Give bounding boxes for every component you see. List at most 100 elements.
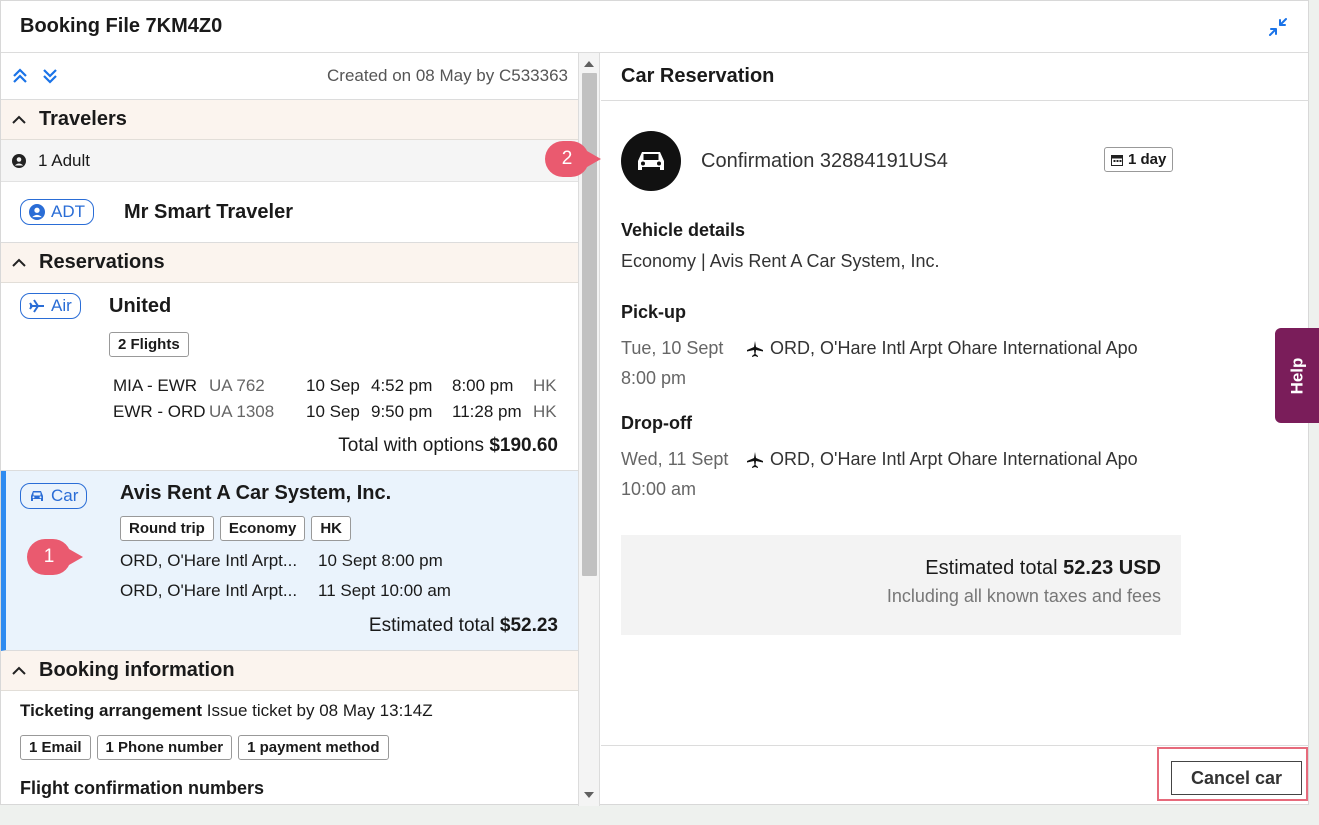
car-detail-heading: Car Reservation	[601, 53, 1309, 101]
duration-tag: 1 day	[1104, 147, 1174, 172]
est-total-note: Including all known taxes and fees	[886, 586, 1161, 606]
scroll-down-arrow[interactable]	[584, 792, 594, 798]
car-total-label: Estimated total	[368, 615, 495, 636]
car-avatar-icon	[621, 131, 681, 191]
collapse-icon[interactable]	[1266, 15, 1290, 39]
traveler-count: 1 Adult	[38, 150, 90, 170]
callout-badge-2: 2	[545, 141, 601, 177]
car-reservation-card[interactable]: Car Avis Rent A Car System, Inc. Round t…	[1, 471, 578, 651]
pickup-date: Tue, 10 Sept	[621, 338, 724, 358]
calendar-icon	[1111, 154, 1123, 166]
car-schedule: ORD, O'Hare Intl Arpt... 10 Sept 8:00 pm …	[120, 546, 451, 606]
cancel-highlight: Cancel car	[1157, 747, 1308, 801]
ticketing-label: Ticketing arrangement	[20, 701, 203, 720]
air-reservation-card[interactable]: Air United 2 Flights MIA - EWR UA 762 10…	[1, 283, 578, 471]
travelers-section-header[interactable]: Travelers	[1, 100, 578, 140]
car-total: Estimated total $52.23	[369, 615, 558, 637]
vehicle-details-value: Economy | Avis Rent A Car System, Inc.	[621, 251, 940, 271]
collapse-all-icon[interactable]	[41, 67, 59, 85]
user-circle-icon	[12, 153, 26, 168]
dropoff-location: ORD, O'Hare Intl Arpt Ohare Internationa…	[746, 449, 1138, 470]
car-tag-trip: Round trip	[120, 516, 214, 541]
pickup-time: 8:00 pm	[621, 368, 687, 388]
booking-info-section-header[interactable]: Booking information	[1, 651, 578, 691]
flight-row: EWR - ORD UA 1308 10 Sep 9:50 pm 11:28 p…	[113, 399, 563, 425]
traveler-count-row: 1 Adult	[1, 140, 578, 182]
air-type-badge: Air	[20, 293, 81, 319]
travelers-heading: Travelers	[39, 108, 127, 130]
booking-info-body: Ticketing arrangement Issue ticket by 08…	[1, 691, 578, 806]
air-type: Air	[51, 296, 72, 315]
air-total-value: $190.60	[489, 435, 558, 456]
flights-tag: 2 Flights	[109, 332, 189, 357]
air-total: Total with options $190.60	[338, 435, 558, 457]
traveler-name: Mr Smart Traveler	[124, 200, 293, 223]
chevron-up-icon	[12, 258, 26, 267]
dropoff-date: Wed, 11 Sept	[621, 449, 729, 469]
cancel-car-button[interactable]: Cancel car	[1171, 761, 1302, 795]
user-circle-icon	[29, 204, 45, 220]
help-label: Help	[1287, 357, 1306, 394]
flight-conf-label: Flight confirmation numbers	[20, 778, 265, 798]
flight-route: MIA - EWR	[113, 376, 198, 395]
car-total-value: $52.23	[499, 615, 558, 636]
flight-dep: 9:50 pm	[371, 402, 433, 421]
duration-value: 1 day	[1128, 151, 1167, 168]
flight-status: HK	[533, 376, 557, 395]
contact-email-tag: 1 Email	[20, 735, 91, 760]
booking-file-window: Booking File 7KM4Z0 Created on 08 May by…	[0, 0, 1309, 806]
reservations-section-header[interactable]: Reservations	[1, 243, 578, 283]
booking-info-heading: Booking information	[39, 659, 235, 681]
window-title: Booking File 7KM4Z0	[20, 15, 223, 37]
car-vendor: Avis Rent A Car System, Inc.	[120, 482, 392, 504]
confirmation-row: Confirmation 32884191US4	[621, 131, 948, 191]
pickup-location: ORD, O'Hare Intl Arpt Ohare Internationa…	[746, 338, 1138, 359]
dropoff-time: 10:00 am	[621, 479, 697, 499]
detail-footer: Cancel car	[601, 745, 1309, 806]
flight-number: UA 1308	[209, 402, 275, 421]
flight-arr: 8:00 pm	[452, 376, 514, 395]
flight-row: MIA - EWR UA 762 10 Sep 4:52 pm 8:00 pm …	[113, 373, 563, 399]
car-tag-status: HK	[311, 516, 352, 541]
chevron-up-icon	[12, 115, 26, 124]
est-total-label: Estimated total	[925, 557, 1058, 579]
airplane-icon	[747, 451, 763, 468]
flight-list: MIA - EWR UA 762 10 Sep 4:52 pm 8:00 pm …	[113, 373, 563, 425]
car-icon	[31, 491, 43, 501]
flight-date: 10 Sep	[306, 376, 360, 395]
dropoff-label: Drop-off	[621, 413, 692, 433]
traveler-type-badge: ADT	[20, 199, 94, 225]
car-dropoff-loc: ORD, O'Hare Intl Arpt...	[120, 581, 298, 600]
car-detail-pane: Car Reservation 2 Confirmation 32884191U…	[545, 53, 1309, 806]
air-vendor: United	[109, 295, 172, 317]
traveler-row[interactable]: ADT Mr Smart Traveler	[1, 182, 578, 243]
expand-all-icon[interactable]	[11, 67, 29, 85]
car-tag-class: Economy	[219, 516, 306, 541]
estimated-total-box: Estimated total 52.23 USD Including all …	[621, 535, 1181, 635]
ticketing-value: Issue ticket by 08 May 13:14Z	[206, 701, 433, 720]
pickup-label: Pick-up	[621, 302, 687, 322]
scroll-up-arrow[interactable]	[584, 61, 594, 67]
payment-method-tag: 1 payment method	[238, 735, 389, 760]
reservations-heading: Reservations	[39, 251, 165, 273]
traveler-type: ADT	[51, 202, 85, 221]
flight-dep: 4:52 pm	[371, 376, 433, 395]
pickup-location-text: ORD, O'Hare Intl Arpt Ohare Internationa…	[770, 338, 1138, 358]
flight-number: UA 762	[209, 376, 265, 395]
flight-arr: 11:28 pm	[452, 402, 522, 421]
chevron-up-icon	[12, 666, 26, 675]
help-tab[interactable]: Help	[1275, 328, 1319, 423]
car-pickup-loc: ORD, O'Hare Intl Arpt...	[120, 551, 298, 570]
titlebar: Booking File 7KM4Z0	[1, 1, 1308, 53]
dropoff-location-text: ORD, O'Hare Intl Arpt Ohare Internationa…	[770, 449, 1138, 469]
summary-toolbar: Created on 08 May by C533363	[1, 53, 578, 100]
created-info: Created on 08 May by C533363	[327, 66, 568, 85]
confirmation-number: Confirmation 32884191US4	[701, 149, 948, 172]
contact-phone-tag: 1 Phone number	[96, 735, 233, 760]
car-type-badge: Car	[20, 483, 88, 509]
car-dropoff-time: 11 Sept 10:00 am	[318, 581, 451, 600]
est-total-value: 52.23 USD	[1063, 557, 1161, 579]
flight-date: 10 Sep	[306, 402, 360, 421]
airplane-icon	[29, 299, 44, 313]
flight-route: EWR - ORD	[113, 402, 206, 421]
